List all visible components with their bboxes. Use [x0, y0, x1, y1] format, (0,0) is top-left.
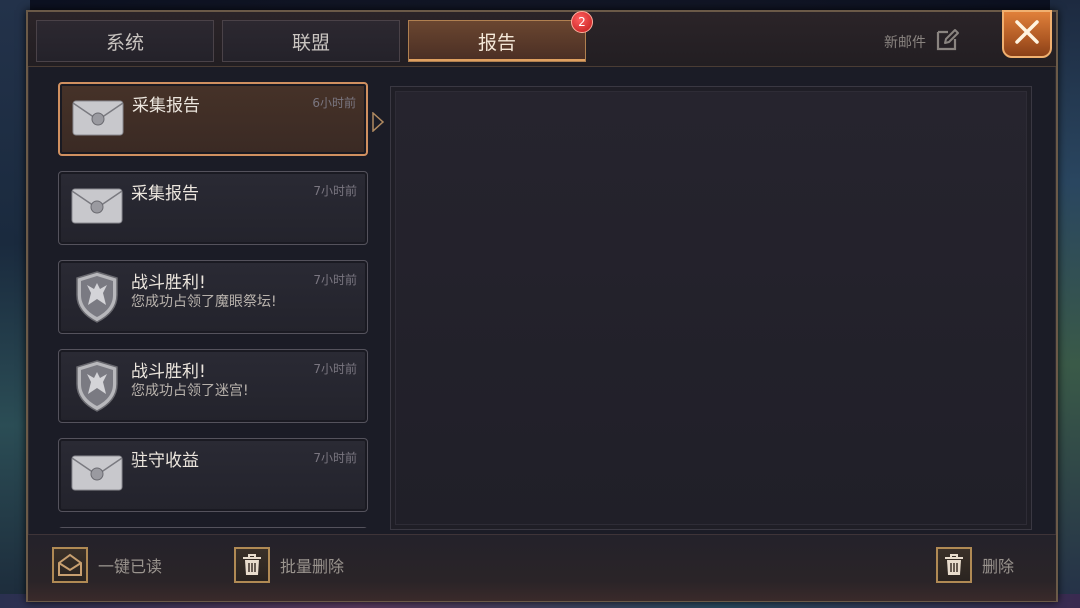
mail-title: 驻守收益 — [131, 451, 199, 471]
delete-label: 删除 — [982, 557, 1015, 576]
trash-icon — [234, 547, 270, 583]
envelope-icon — [71, 455, 123, 495]
tab-label: 系统 — [105, 31, 144, 54]
new-mail-button[interactable]: 新邮件 — [884, 28, 960, 56]
mail-content-area — [390, 86, 1032, 530]
selection-arrow-icon — [372, 111, 385, 136]
envelope-icon — [71, 188, 123, 228]
close-icon — [1013, 18, 1041, 50]
close-button[interactable] — [1002, 10, 1052, 58]
edit-icon — [934, 27, 960, 57]
mail-title: 采集报告 — [131, 184, 199, 204]
delete-button[interactable]: 删除 — [936, 547, 1014, 583]
mail-subtitle: 您成功占领了迷宫! — [131, 383, 249, 399]
mail-item[interactable]: 采集报告 6小时前 — [58, 82, 368, 156]
tab-system[interactable]: 系统 — [36, 20, 214, 62]
mail-item[interactable]: 驻守收益 7小时前 — [58, 438, 368, 512]
tab-bar: 系统 联盟 报告 2 新邮件 — [28, 10, 1056, 67]
mail-item[interactable]: 战斗胜利! 7小时前 您成功占领了迷宫! — [58, 349, 368, 423]
mail-title: 采集报告 — [132, 96, 200, 116]
mail-time: 7小时前 — [313, 273, 357, 287]
envelope-icon — [72, 100, 124, 140]
trash-icon — [936, 547, 972, 583]
new-mail-label: 新邮件 — [884, 35, 926, 51]
batch-delete-label: 批量删除 — [280, 557, 345, 576]
read-all-button[interactable]: 一键已读 — [52, 547, 162, 583]
mail-item[interactable]: 采集报告 7小时前 — [58, 171, 368, 245]
mail-time: 6小时前 — [312, 96, 356, 110]
read-all-label: 一键已读 — [98, 557, 163, 576]
tab-alliance[interactable]: 联盟 — [222, 20, 400, 62]
bottom-action-bar: 一键已读 批量删除 删除 — [28, 534, 1056, 601]
mail-time: 7小时前 — [313, 184, 357, 198]
mail-list[interactable]: 采集报告 6小时前 采集报告 7小时前 战斗胜利! 7小时前 您成功占领了魔眼祭… — [58, 82, 370, 528]
mail-time: 7小时前 — [313, 362, 357, 376]
wolf-shield-icon — [75, 271, 119, 327]
mail-title: 战斗胜利! — [131, 273, 206, 293]
mail-item[interactable]: 战斗胜利! 7小时前 您成功占领了魔眼祭坛! — [58, 260, 368, 334]
batch-delete-button[interactable]: 批量删除 — [234, 547, 344, 583]
unread-badge: 2 — [571, 11, 593, 33]
mail-title: 战斗胜利! — [131, 362, 206, 382]
mail-time: 7小时前 — [313, 451, 357, 465]
tab-report[interactable]: 报告 2 — [408, 11, 593, 62]
mail-subtitle: 您成功占领了魔眼祭坛! — [131, 294, 277, 310]
open-envelope-icon — [52, 547, 88, 583]
tab-label: 报告 — [477, 31, 516, 54]
mail-item[interactable] — [58, 527, 368, 528]
wolf-shield-icon — [75, 360, 119, 416]
tab-label: 联盟 — [291, 31, 330, 54]
mail-panel: 系统 联盟 报告 2 新邮件 采集报告 6小时前 采集报告 7小时前 战斗胜利!… — [26, 10, 1058, 602]
